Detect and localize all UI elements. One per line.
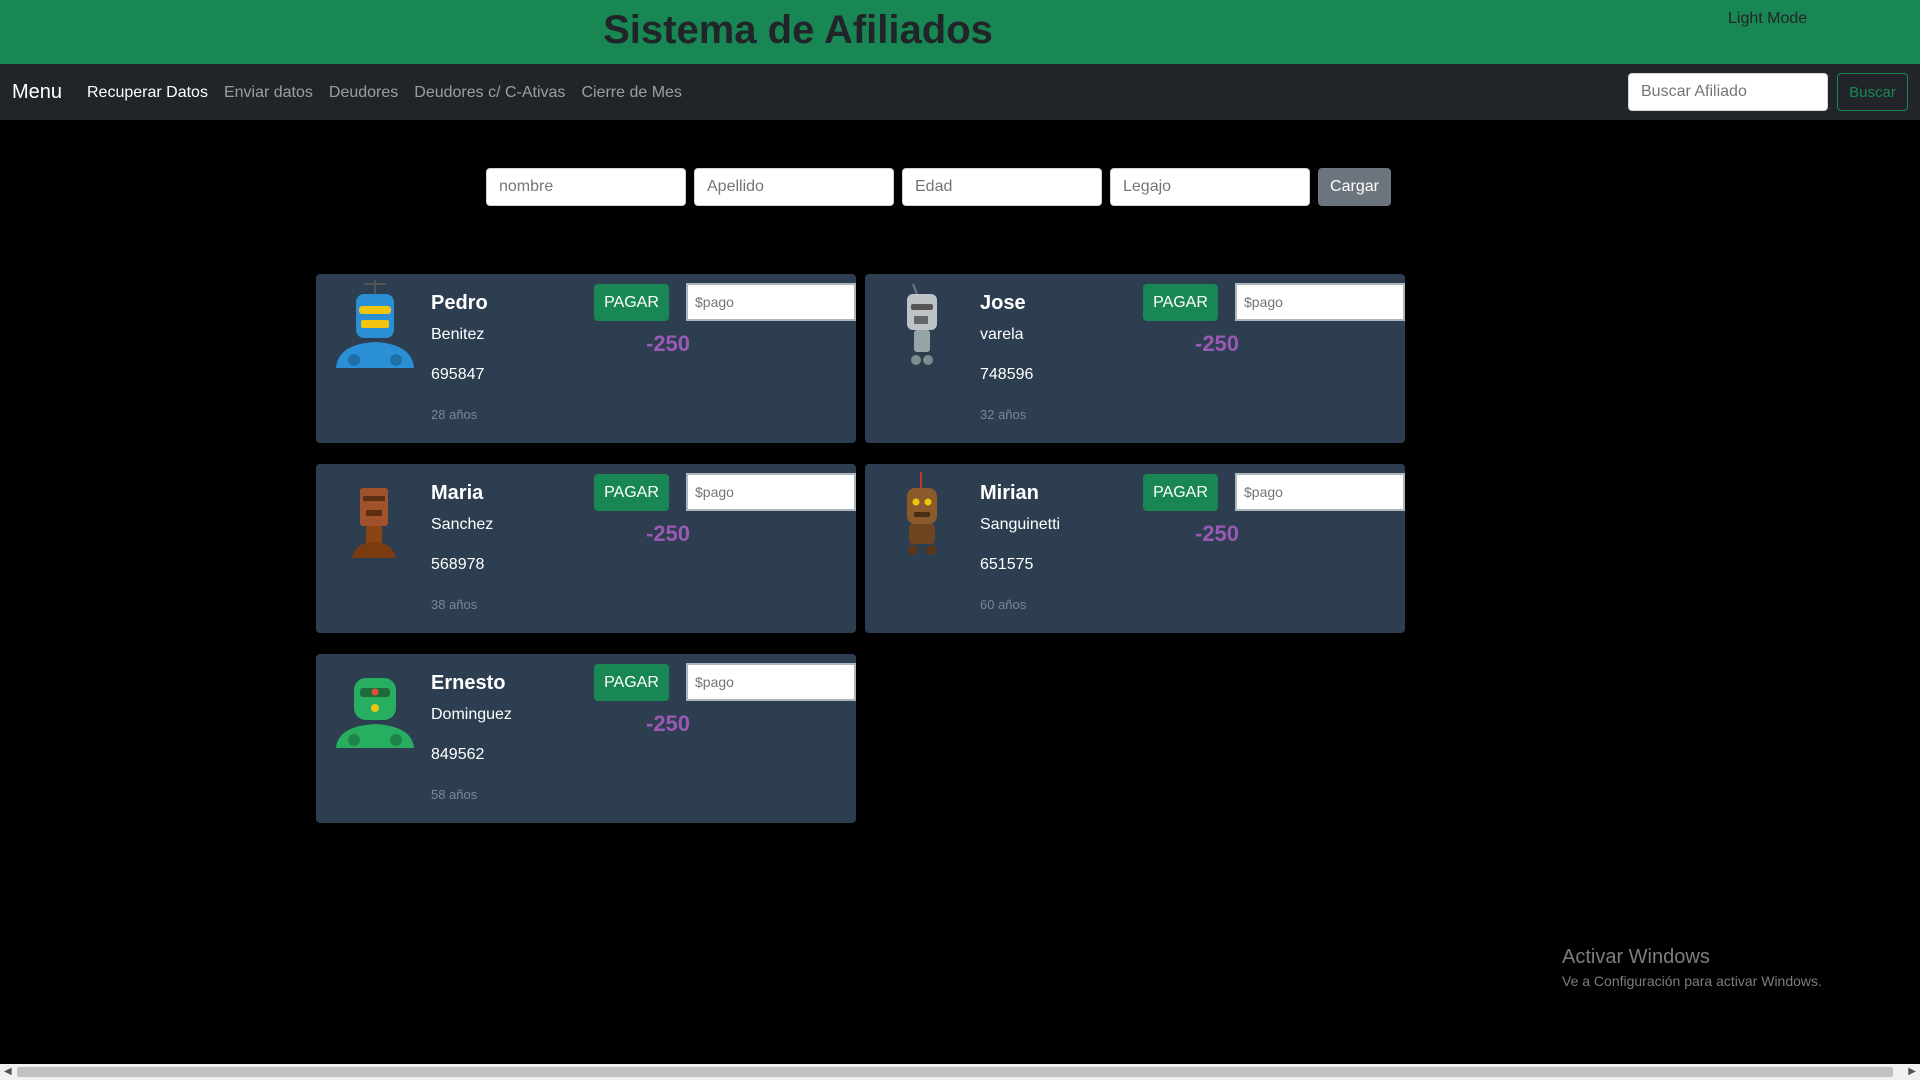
card-balance: -250 — [646, 521, 691, 546]
watermark-subtitle: Ve a Configuración para activar Windows. — [1562, 973, 1822, 989]
nav-links: Recuperar Datos Enviar datos Deudores De… — [87, 84, 682, 102]
pay-input[interactable] — [686, 473, 856, 511]
card-name: Pedro — [431, 292, 488, 314]
card-age: 28 años — [431, 407, 478, 422]
card-balance: -250 — [1195, 521, 1240, 546]
pay-button[interactable]: PAGAR — [1143, 474, 1218, 511]
card-lastname: Dominguez — [431, 706, 512, 723]
nav-link-recuperar-datos[interactable]: Recuperar Datos — [87, 84, 208, 102]
robot-bronze-icon — [907, 472, 937, 555]
navbar: Menu Recuperar Datos Enviar datos Deudor… — [0, 64, 1920, 120]
card-age: 58 años — [431, 787, 478, 802]
card-legajo: 748596 — [980, 366, 1034, 383]
card-legajo: 568978 — [431, 556, 485, 573]
card-balance: -250 — [1195, 331, 1240, 356]
affiliate-card: Pedro Benitez 695847 28 años PAGAR -250 — [316, 274, 856, 443]
search-button[interactable]: Buscar — [1837, 73, 1908, 111]
card-age: 32 años — [980, 407, 1027, 422]
nav-link-enviar-datos[interactable]: Enviar datos — [224, 84, 313, 102]
add-affiliate-form: Cargar — [486, 168, 1391, 206]
pay-input[interactable] — [1235, 473, 1405, 511]
robot-green-icon — [336, 678, 414, 748]
nombre-input[interactable] — [486, 168, 686, 206]
top-banner: Sistema de Afiliados Light Mode — [0, 0, 1920, 64]
card-legajo: 651575 — [980, 556, 1034, 573]
pay-button[interactable]: PAGAR — [1143, 284, 1218, 321]
pay-input[interactable] — [1235, 283, 1405, 321]
card-age: 60 años — [980, 597, 1027, 612]
card-lastname: varela — [980, 326, 1024, 343]
nav-link-cierre-de-mes[interactable]: Cierre de Mes — [581, 84, 681, 102]
pay-input[interactable] — [686, 283, 856, 321]
page-title: Sistema de Afiliados — [603, 8, 993, 52]
cargar-button[interactable]: Cargar — [1318, 168, 1391, 206]
navbar-brand[interactable]: Menu — [12, 81, 62, 104]
affiliate-cards: Pedro Benitez 695847 28 años PAGAR -250 … — [316, 274, 1406, 823]
card-lastname: Benitez — [431, 326, 485, 343]
robot-brown-icon — [352, 488, 396, 558]
card-legajo: 849562 — [431, 746, 485, 763]
scroll-right-icon[interactable]: ▶ — [1908, 1066, 1916, 1077]
pay-button[interactable]: PAGAR — [594, 664, 669, 701]
apellido-input[interactable] — [694, 168, 894, 206]
card-name: Jose — [980, 292, 1026, 314]
card-name: Ernesto — [431, 672, 506, 694]
watermark-title: Activar Windows — [1562, 946, 1710, 968]
card-lastname: Sanchez — [431, 516, 494, 533]
affiliate-card: Ernesto Dominguez 849562 58 años PAGAR -… — [316, 654, 856, 823]
nav-link-deudores-c-ativas[interactable]: Deudores c/ C-Ativas — [414, 84, 565, 102]
card-balance: -250 — [646, 331, 691, 356]
card-legajo: 695847 — [431, 366, 485, 383]
pay-input[interactable] — [686, 663, 856, 701]
nav-link-deudores[interactable]: Deudores — [329, 84, 398, 102]
windows-activation-watermark: Activar Windows Ve a Configuración para … — [1562, 946, 1822, 989]
card-lastname: Sanguinetti — [980, 516, 1061, 533]
edad-input[interactable] — [902, 168, 1102, 206]
pay-button[interactable]: PAGAR — [594, 474, 669, 511]
affiliate-card: Mirian Sanguinetti 651575 60 años PAGAR … — [865, 464, 1405, 633]
light-mode-toggle[interactable]: Light Mode — [1728, 10, 1807, 28]
card-name: Mirian — [980, 482, 1039, 504]
scroll-left-icon[interactable]: ◀ — [4, 1066, 12, 1077]
pay-button[interactable]: PAGAR — [594, 284, 669, 321]
card-age: 38 años — [431, 597, 478, 612]
affiliate-card: Maria Sanchez 568978 38 años PAGAR -250 — [316, 464, 856, 633]
scrollbar-thumb[interactable] — [17, 1067, 1893, 1077]
legajo-input[interactable] — [1110, 168, 1310, 206]
robot-gray-icon — [907, 283, 937, 365]
horizontal-scrollbar[interactable]: ◀ ▶ — [0, 1064, 1920, 1080]
card-balance: -250 — [646, 711, 691, 736]
affiliate-card: Jose varela 748596 32 años PAGAR -250 — [865, 274, 1405, 443]
search-input[interactable] — [1628, 73, 1828, 111]
card-name: Maria — [431, 482, 484, 504]
robot-blue-icon — [336, 280, 414, 368]
